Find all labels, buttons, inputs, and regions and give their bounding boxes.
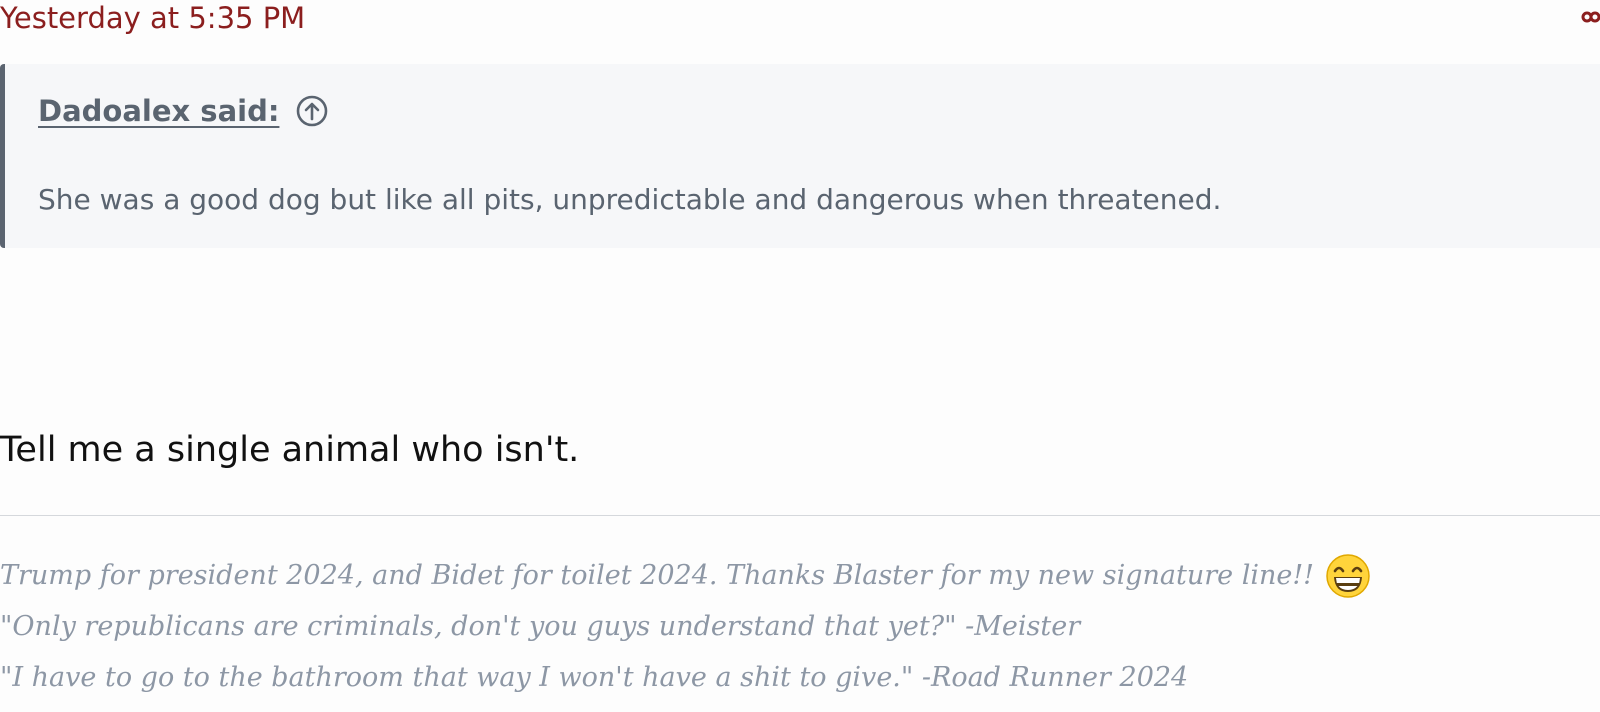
signature-block: Trump for president 2024, and Bidet for …	[0, 550, 1372, 703]
quote-block: Dadoalex said: She was a good dog but li…	[0, 64, 1600, 248]
signature-divider	[0, 515, 1600, 516]
share-icon[interactable]	[1580, 6, 1600, 28]
post-message-text: Tell me a single animal who isn't.	[0, 430, 580, 470]
signature-line-text: "Only republicans are criminals, don't y…	[0, 611, 1081, 642]
quote-header: Dadoalex said:	[38, 94, 329, 128]
quote-author-link[interactable]: Dadoalex said:	[38, 94, 279, 128]
post-timestamp-link[interactable]: Yesterday at 5:35 PM	[0, 0, 305, 36]
grinning-face-emoji-icon	[1324, 552, 1372, 600]
signature-line-text: Trump for president 2024, and Bidet for …	[0, 560, 1315, 591]
signature-line: "I have to go to the bathroom that way I…	[0, 652, 1372, 703]
signature-line: Trump for president 2024, and Bidet for …	[0, 550, 1372, 601]
quote-body-text: She was a good dog but like all pits, un…	[38, 183, 1222, 216]
signature-line-text: "I have to go to the bathroom that way I…	[0, 662, 1189, 693]
signature-line: "Only republicans are criminals, don't y…	[0, 601, 1372, 652]
arrow-up-circle-icon[interactable]	[295, 94, 329, 128]
